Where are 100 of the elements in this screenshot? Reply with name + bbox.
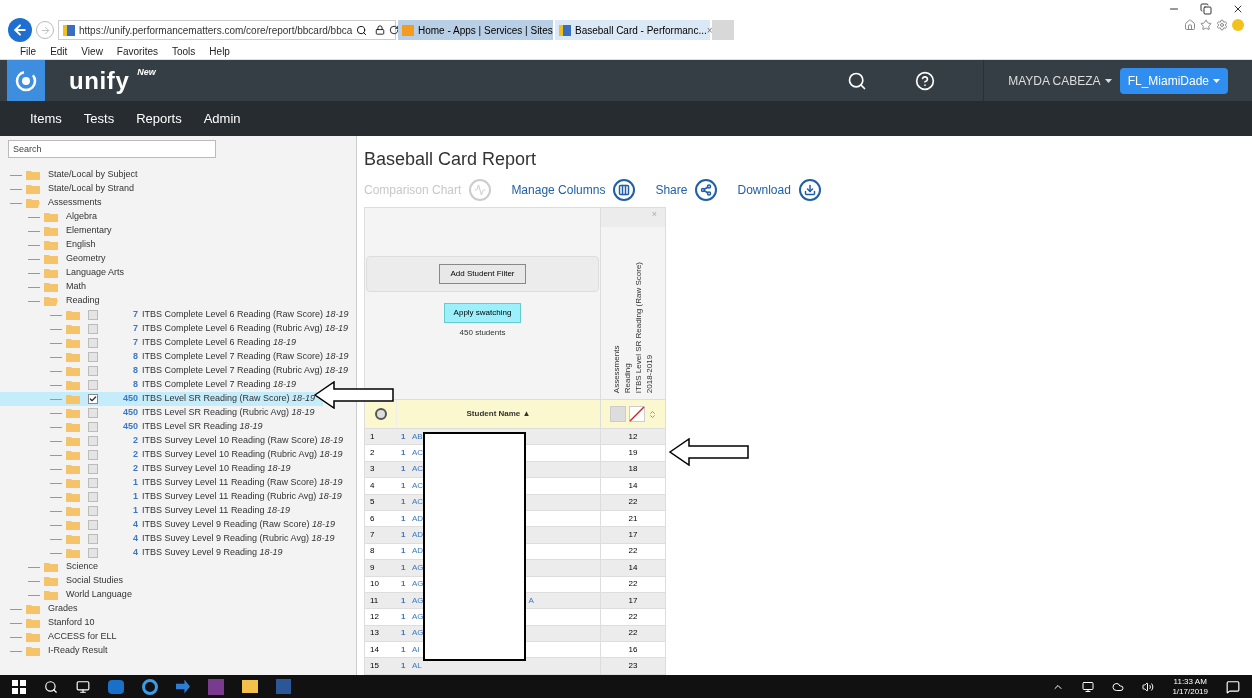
star-icon[interactable] [1200,19,1212,31]
tree-item[interactable]: I-Ready Result [0,644,356,658]
menu-item[interactable]: Favorites [116,44,158,59]
checkbox[interactable] [88,436,98,446]
tree-item[interactable]: 450 ITBS Level SR Reading (Rubric Avg) 18-19 [0,406,323,420]
student-name-link[interactable]: AB [412,430,423,443]
checkbox[interactable] [88,422,98,432]
student-name-link[interactable]: AG [412,561,424,574]
checkbox[interactable] [88,366,98,376]
app-icon[interactable] [208,678,224,695]
student-name-link[interactable]: AI [412,643,420,656]
tree-item[interactable]: 1 ITBS Survey Level 11 Reading (Rubric Avg) 18-19 [0,490,350,504]
search-icon[interactable] [847,70,868,91]
search-icon[interactable] [356,24,368,36]
nav-link[interactable]: Tests [83,108,115,129]
student-name-link[interactable]: AC [412,496,424,509]
tree-item[interactable]: State/Local by Subject [0,168,356,182]
tree-item[interactable]: Science [0,560,356,574]
checkbox[interactable] [88,310,98,320]
tree-item[interactable]: Grades [0,602,356,616]
tree-item[interactable]: 4 ITBS Suvey Level 9 Reading (Raw Score) 18-19 [0,518,344,532]
checkbox[interactable] [88,394,98,404]
browser-app-icon[interactable] [142,678,158,695]
checkbox[interactable] [88,380,98,390]
student-name-link[interactable]: AG [412,627,424,640]
checkbox[interactable] [88,408,98,418]
refresh-icon[interactable] [389,25,400,35]
no-color-swatch-icon[interactable] [628,406,645,422]
menu-item[interactable]: Edit [50,44,68,59]
search-field[interactable]: Search [8,140,216,158]
checkbox[interactable] [88,548,98,558]
column-toggle-icon[interactable] [374,408,387,420]
checkbox[interactable] [88,464,98,474]
student-name-link[interactable]: AC [412,479,424,492]
menu-item[interactable]: Tools [172,44,196,59]
tree-item[interactable]: Geometry [0,252,356,266]
tree-item[interactable]: State/Local by Strand [0,182,356,196]
tree-item[interactable]: 8 ITBS Complete Level 7 Reading (Rubric Avg) 18-19 [0,364,356,378]
close-icon[interactable] [1232,3,1244,15]
student-name-link[interactable]: AD [412,512,424,525]
tree-item[interactable]: Reading [0,294,356,308]
checkbox[interactable] [88,450,98,460]
notifications-icon[interactable] [1226,679,1240,694]
swatch-icon[interactable] [609,406,626,422]
checkbox[interactable] [88,324,98,334]
student-name-link[interactable]: AC [412,463,424,476]
tree-item[interactable]: 2 ITBS Survey Level 10 Reading (Raw Score) 18-19 [0,434,352,448]
apply-swatching-button[interactable]: Apply swatching [443,303,522,323]
toolbar-action[interactable]: Manage Columns [511,179,636,201]
back-button[interactable] [8,18,32,42]
checkbox[interactable] [88,492,98,502]
toolbar-action[interactable]: Download [737,179,821,201]
tree-item[interactable]: Language Arts [0,266,356,280]
address-bar[interactable]: https://unify.performancematters.com/core/report/bbcard/bbca [58,20,396,40]
checkbox[interactable] [88,352,98,362]
tree-item[interactable]: World Language [0,588,356,602]
nav-link[interactable]: Reports [136,108,182,129]
tree-item[interactable]: 4 ITBS Suvey Level 9 Reading (Rubric Avg) 18-19 [0,532,343,546]
tree-item[interactable]: 2 ITBS Survey Level 10 Reading (Rubric Avg) 18-19 [0,448,351,462]
tree-item[interactable]: Assessments [0,196,356,210]
browser-tab[interactable]: Baseball Card - Performanc...× [555,20,710,40]
checkbox[interactable] [88,338,98,348]
help-icon[interactable] [915,70,936,91]
student-name-link[interactable]: AD [412,529,424,542]
student-name-link[interactable]: AG [412,594,424,607]
tree-item[interactable]: 450 ITBS Level SR Reading (Raw Score) 18-19 [0,392,324,406]
tree-item[interactable]: 7 ITBS Complete Level 6 Reading 18-19 [0,336,305,350]
restore-icon[interactable] [1200,3,1212,15]
tree-item[interactable]: 1 ITBS Survey Level 11 Reading 18-19 [0,504,298,518]
tree-item[interactable]: 7 ITBS Complete Level 6 Reading (Raw Score) 18-19 [0,308,357,322]
student-name-link[interactable]: AC [412,447,424,460]
tree-item[interactable]: Social Studies [0,574,356,588]
home-icon[interactable] [1184,19,1196,31]
tree-item[interactable]: Stanford 10 [0,616,356,630]
tree-item[interactable]: 4 ITBS Suvey Level 9 Reading 18-19 [0,546,291,560]
emoji-icon[interactable] [1232,19,1244,31]
tree-item[interactable]: 1 ITBS Survey Level 11 Reading (Raw Score) 18-19 [0,476,351,490]
checkbox[interactable] [88,478,98,488]
tree-item[interactable]: Algebra [0,210,356,224]
search-icon[interactable] [44,679,58,694]
student-name-link[interactable]: A [528,594,534,607]
checkbox[interactable] [88,506,98,516]
settings-icon[interactable] [1216,19,1228,31]
cloud-icon[interactable] [1112,680,1125,693]
toolbar-action[interactable]: Share [655,179,718,201]
tree-item[interactable]: Elementary [0,224,356,238]
menu-item[interactable]: View [81,44,103,59]
add-student-filter-button[interactable]: Add Student Filter [439,264,526,284]
student-name-link[interactable]: AG [412,611,424,623]
menu-item[interactable]: Help [209,44,230,59]
student-name-link[interactable]: AD [412,545,424,558]
sort-icon[interactable] [647,409,657,419]
student-name-link[interactable]: AG [412,578,424,591]
tree-item[interactable]: 8 ITBS Complete Level 7 Reading 18-19 [0,378,305,392]
volume-icon[interactable] [1142,680,1155,693]
windows-start-icon[interactable] [12,679,26,694]
tree-item[interactable]: ACCESS for ELL [0,630,356,644]
tree-item[interactable]: 2 ITBS Survey Level 10 Reading 18-19 [0,462,299,476]
mail-app-icon[interactable] [108,679,124,694]
nav-link[interactable]: Admin [203,108,241,129]
